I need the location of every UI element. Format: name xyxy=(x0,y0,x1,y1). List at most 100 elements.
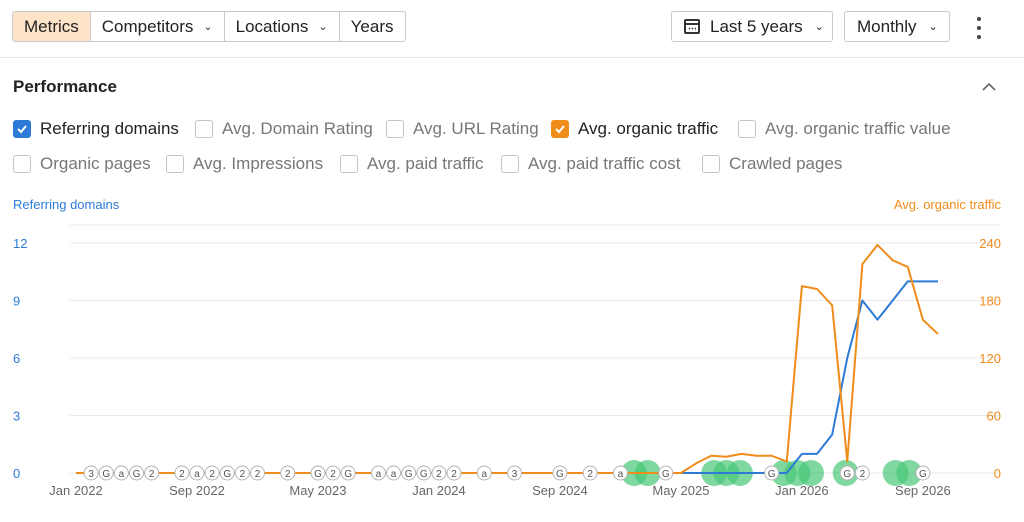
left-tick-label: 3 xyxy=(13,409,20,424)
tab-metrics[interactable]: Metrics xyxy=(13,12,91,41)
kebab-icon[interactable] xyxy=(973,17,985,39)
right-axis-title: Avg. organic traffic xyxy=(893,197,1001,212)
metric-label: Avg. URL Rating xyxy=(413,119,539,138)
metric-label: Avg. organic traffic xyxy=(578,119,719,138)
metric-avg-impressions[interactable]: Avg. Impressions xyxy=(166,154,323,174)
metric-tabs: Metrics Competitors ⌄ Locations ⌄ Years xyxy=(12,11,406,42)
x-tick-label: May 2025 xyxy=(652,483,709,498)
right-tick-label: 60 xyxy=(987,409,1001,424)
divider xyxy=(0,57,1024,58)
annotation-label: a xyxy=(618,469,624,480)
checkbox-icon[interactable] xyxy=(166,155,184,173)
checkbox-checked-icon[interactable] xyxy=(13,120,31,138)
metric-label: Avg. Domain Rating xyxy=(222,119,373,138)
metric-label: Organic pages xyxy=(40,154,151,173)
checkbox-icon[interactable] xyxy=(386,120,404,138)
annotation-label: 2 xyxy=(209,469,215,480)
annotation-label: 3 xyxy=(512,469,518,480)
right-tick-label: 120 xyxy=(979,351,1001,366)
annotation-label: G xyxy=(223,469,231,480)
metric-avg-url-rating[interactable]: Avg. URL Rating xyxy=(386,119,539,139)
checkbox-icon[interactable] xyxy=(702,155,720,173)
annotation-label: 3 xyxy=(88,469,94,480)
metric-organic-pages[interactable]: Organic pages xyxy=(13,154,151,174)
left-tick-label: 0 xyxy=(13,466,20,481)
metric-label: Avg. paid traffic xyxy=(367,154,484,173)
annotation-label: G xyxy=(420,469,428,480)
annotation-label: G xyxy=(102,469,110,480)
annotation-label: 2 xyxy=(285,469,291,480)
annotation-label: G xyxy=(314,469,322,480)
annotation-label: 2 xyxy=(149,469,155,480)
right-tick-label: 0 xyxy=(994,466,1001,481)
x-tick-label: Jan 2022 xyxy=(49,483,103,498)
annotation-label: G xyxy=(405,469,413,480)
period-label: Last 5 years xyxy=(710,16,803,36)
right-tick-label: 240 xyxy=(979,236,1001,251)
annotation-label: G xyxy=(919,469,927,480)
interval-dropdown[interactable]: Monthly ⌄ xyxy=(844,11,950,42)
checkbox-icon[interactable] xyxy=(13,155,31,173)
annotation-label: a xyxy=(391,469,397,480)
tab-locations[interactable]: Locations ⌄ xyxy=(224,12,340,41)
checkbox-icon[interactable] xyxy=(340,155,358,173)
chevron-down-icon: ⌄ xyxy=(318,21,328,33)
tab-years[interactable]: Years xyxy=(339,12,405,41)
annotation-label: 2 xyxy=(255,469,261,480)
annotation-label: 2 xyxy=(240,469,246,480)
tab-competitors[interactable]: Competitors ⌄ xyxy=(90,12,225,41)
x-tick-label: Sep 2026 xyxy=(895,483,951,498)
event-highlight xyxy=(797,460,824,486)
annotation-label: 2 xyxy=(436,469,442,480)
right-tick-label: 180 xyxy=(979,294,1001,309)
annotation-label: G xyxy=(133,469,141,480)
x-tick-label: Sep 2022 xyxy=(169,483,225,498)
annotation-label: 2 xyxy=(451,469,457,480)
period-dropdown[interactable]: Last 5 years ⌄ xyxy=(671,11,833,42)
metric-referring-domains[interactable]: Referring domains xyxy=(13,119,179,139)
metric-avg-paid-traffic[interactable]: Avg. paid traffic xyxy=(340,154,484,174)
metric-avg-organic-traffic-value[interactable]: Avg. organic traffic value xyxy=(738,119,951,139)
metric-avg-organic-traffic[interactable]: Avg. organic traffic xyxy=(551,119,718,139)
metric-label: Crawled pages xyxy=(729,154,843,173)
metric-crawled-pages[interactable]: Crawled pages xyxy=(702,154,842,174)
x-tick-label: Sep 2024 xyxy=(532,483,588,498)
metric-label: Referring domains xyxy=(40,119,179,138)
metric-avg-paid-traffic-cost[interactable]: Avg. paid traffic cost xyxy=(501,154,680,174)
toolbar: Metrics Competitors ⌄ Locations ⌄ Years La… xyxy=(12,11,1024,43)
checkbox-icon[interactable] xyxy=(501,155,519,173)
chevron-down-icon: ⌄ xyxy=(203,21,213,33)
annotation-label: 2 xyxy=(587,469,593,480)
annotation-label: 2 xyxy=(860,469,866,480)
left-axis-title: Referring domains xyxy=(13,197,120,212)
left-tick-label: 6 xyxy=(13,351,20,366)
performance-chart[interactable]: 0 0 3 60 6 120 9 180 12 240 Jan 2022 Sep 2022 May 20… xyxy=(0,220,1024,520)
annotation-label: G xyxy=(843,469,851,480)
metric-label: Avg. paid traffic cost xyxy=(528,154,681,173)
annotation-label: G xyxy=(344,469,352,480)
x-tick-label: May 2023 xyxy=(289,483,346,498)
series-line xyxy=(680,280,938,474)
annotation-label: G xyxy=(662,469,670,480)
chevron-down-icon: ⌄ xyxy=(814,21,824,33)
annotation-label: 2 xyxy=(179,469,185,480)
annotation-label: a xyxy=(194,469,200,480)
tab-label: Locations xyxy=(235,16,309,36)
annotation-label: 2 xyxy=(330,469,336,480)
tab-label: Competitors xyxy=(101,16,194,36)
left-tick-label: 12 xyxy=(13,236,27,251)
annotation-label: G xyxy=(556,469,564,480)
checkbox-icon[interactable] xyxy=(738,120,756,138)
metric-label: Avg. Impressions xyxy=(193,154,324,173)
series-line xyxy=(76,243,939,474)
panel-title: Performance xyxy=(13,77,117,96)
calendar-icon xyxy=(684,19,700,34)
metric-avg-domain-rating[interactable]: Avg. Domain Rating xyxy=(195,119,373,139)
annotation-label: a xyxy=(119,469,125,480)
annotation-label: G xyxy=(768,469,776,480)
annotation-label: a xyxy=(376,469,382,480)
checkbox-checked-icon[interactable] xyxy=(551,120,569,138)
tab-label: Years xyxy=(350,16,394,36)
chevron-up-icon[interactable] xyxy=(982,80,996,94)
checkbox-icon[interactable] xyxy=(195,120,213,138)
